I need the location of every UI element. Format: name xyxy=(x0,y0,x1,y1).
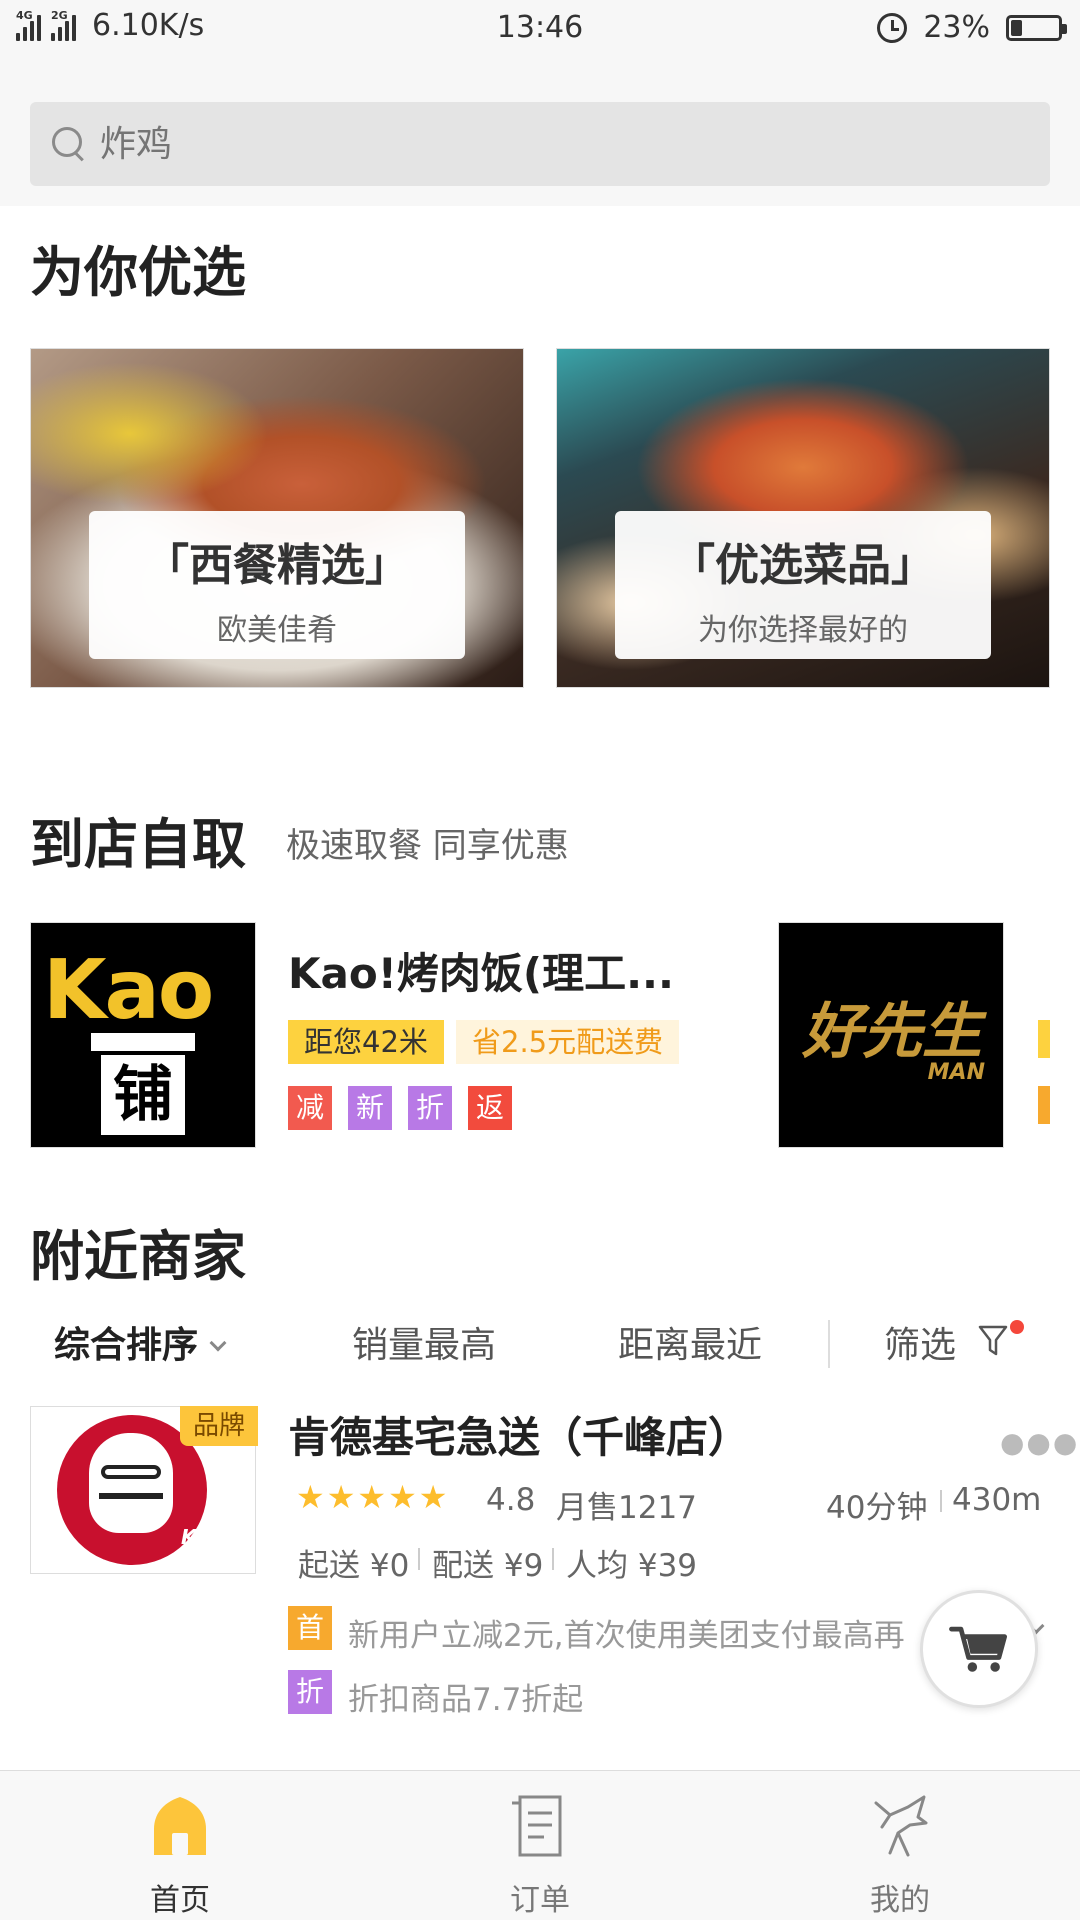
cart-icon xyxy=(949,1626,1007,1672)
feature-card-subtitle: 为你选择最好的 xyxy=(698,613,908,648)
battery-percent: 23% xyxy=(923,10,990,45)
new-badge: 新 xyxy=(348,1086,392,1130)
kfc-logo-text: KFC xyxy=(181,1525,225,1549)
next-store-peek-badge xyxy=(1038,1086,1050,1124)
saving-tag: 省2.5元配送费 xyxy=(456,1020,680,1064)
chevron-down-icon xyxy=(209,1334,227,1352)
bottom-nav: 首页 订单 我的 xyxy=(0,1770,1080,1920)
rating-value: 4.8 xyxy=(486,1482,536,1518)
kao-logo-text: Kao xyxy=(43,943,214,1038)
more-options-icon[interactable]: ●●● xyxy=(1000,1426,1079,1459)
distance-tag: 距您42米 xyxy=(288,1020,444,1064)
discount-promo-badge: 折 xyxy=(288,1670,332,1714)
selected-dishes-card[interactable]: 「优选菜品」 为你选择最好的 xyxy=(556,348,1050,688)
delivery-time: 40分钟 xyxy=(826,1490,928,1526)
discount-badge: 减 xyxy=(288,1086,332,1130)
profile-icon xyxy=(874,1795,928,1857)
nav-profile-label: 我的 xyxy=(870,1883,930,1918)
search-bar[interactable] xyxy=(30,102,1050,186)
discount-promo: 折扣商品7.7折起 xyxy=(348,1682,584,1718)
merchant-name[interactable]: 肯德基宅急送（千峰店） xyxy=(288,1404,750,1465)
alarm-icon xyxy=(877,12,908,43)
feature-card-label: 「优选菜品」 为你选择最好的 xyxy=(615,511,991,659)
search-area xyxy=(0,58,1080,206)
first-order-badge: 首 xyxy=(288,1606,332,1650)
order-icon xyxy=(512,1795,562,1857)
brand-tag: 品牌 xyxy=(180,1406,258,1446)
sort-default-tab[interactable]: 综合排序 xyxy=(54,1316,227,1368)
battery-icon xyxy=(1006,14,1067,41)
divider xyxy=(940,1490,942,1512)
mr-good-logo-sub: MAN xyxy=(927,1060,985,1085)
home-icon xyxy=(154,1797,206,1855)
cashback-badge: 返 xyxy=(468,1086,512,1130)
next-store-peek-tag xyxy=(1038,1020,1050,1058)
pickup-section-subtitle: 极速取餐 同享优惠 xyxy=(286,826,569,866)
sort-bar: 综合排序 销量最高 距离最近 筛选 xyxy=(0,1316,1080,1376)
kao-logo-sub: 铺 xyxy=(101,1055,185,1135)
feature-card-title: 「优选菜品」 xyxy=(671,540,935,591)
search-input[interactable] xyxy=(100,123,1000,165)
divider xyxy=(552,1548,554,1570)
nav-profile[interactable]: 我的 xyxy=(720,1771,1080,1920)
per-person-cost: 人均 ¥39 xyxy=(566,1548,698,1584)
rating-stars: ★★★★★ xyxy=(296,1478,450,1516)
filter-notification-dot xyxy=(1010,1320,1024,1334)
nearby-section-title: 附近商家 xyxy=(30,1225,246,1288)
pickup-section-title: 到店自取 xyxy=(30,813,246,876)
sale-badge: 折 xyxy=(408,1086,452,1130)
western-food-card[interactable]: 「西餐精选」 欧美佳肴 xyxy=(30,348,524,688)
divider xyxy=(418,1548,420,1570)
status-bar: 4G 2G 6.10K/s 13:46 23% xyxy=(0,0,1080,58)
pickup-store-name[interactable]: Kao!烤肉饭(理工... xyxy=(288,940,708,1001)
status-right: 23% xyxy=(877,10,1067,45)
feature-card-subtitle: 欧美佳肴 xyxy=(217,613,337,648)
merchant-distance: 430m xyxy=(952,1482,1042,1518)
cart-button[interactable] xyxy=(920,1590,1038,1708)
filter-tab[interactable]: 筛选 xyxy=(884,1316,956,1368)
featured-section-title: 为你优选 xyxy=(30,241,246,304)
sort-divider xyxy=(828,1320,830,1368)
sort-distance-tab[interactable]: 距离最近 xyxy=(618,1316,762,1368)
delivery-fee: 配送 ¥9 xyxy=(432,1548,544,1584)
mr-good-logo-text: 好先生 xyxy=(802,997,982,1067)
nav-home-label: 首页 xyxy=(150,1883,210,1918)
search-icon xyxy=(52,127,86,161)
feature-card-title: 「西餐精选」 xyxy=(145,540,409,591)
sort-default-label: 综合排序 xyxy=(54,1325,199,1366)
min-order: 起送 ¥0 xyxy=(298,1548,410,1584)
kao-store-logo[interactable]: Kao 铺 xyxy=(30,922,256,1148)
sort-sales-tab[interactable]: 销量最高 xyxy=(352,1316,496,1368)
kao-logo-house: 铺 xyxy=(91,1033,195,1137)
monthly-sales: 月售1217 xyxy=(556,1490,697,1526)
nav-orders-label: 订单 xyxy=(510,1883,570,1918)
filter-icon[interactable] xyxy=(978,1324,1008,1358)
mr-good-store-logo[interactable]: 好先生 MAN xyxy=(778,922,1004,1148)
first-order-promo: 新用户立减2元,首次使用美团支付最高再 xyxy=(348,1618,905,1654)
nav-orders[interactable]: 订单 xyxy=(360,1771,720,1920)
nav-home[interactable]: 首页 xyxy=(0,1771,360,1920)
feature-card-label: 「西餐精选」 欧美佳肴 xyxy=(89,511,465,659)
